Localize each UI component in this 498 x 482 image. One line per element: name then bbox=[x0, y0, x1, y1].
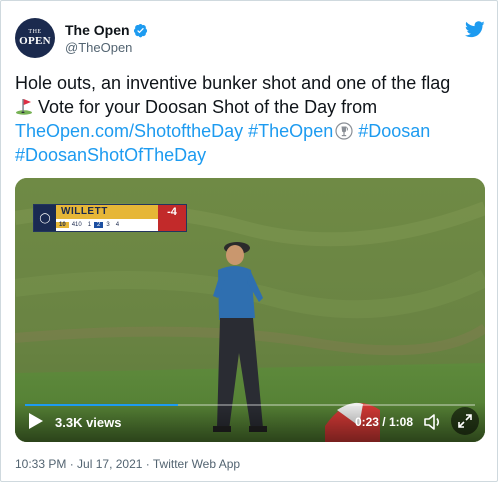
verified-badge-icon bbox=[133, 23, 147, 37]
view-count: 3.3K views bbox=[55, 415, 122, 430]
play-icon[interactable] bbox=[25, 411, 45, 431]
volume-icon[interactable] bbox=[423, 412, 443, 432]
scorebug-hole-number: 10 bbox=[56, 222, 69, 228]
scorebug-claret-jug-icon: ◯ bbox=[34, 205, 56, 231]
tweet-source[interactable]: Twitter Web App bbox=[153, 457, 240, 471]
fullscreen-button[interactable] bbox=[451, 407, 479, 435]
scorebug-cell: 3 bbox=[106, 222, 110, 228]
meta-separator: · bbox=[142, 457, 153, 471]
display-name-row[interactable]: The Open bbox=[65, 21, 148, 39]
account-names: The Open @TheOpen bbox=[65, 21, 148, 57]
meta-separator: · bbox=[66, 457, 78, 471]
scorebug-holes: 10 410 1 2 3 4 bbox=[56, 219, 158, 231]
avatar[interactable]: THE OPEN bbox=[15, 18, 55, 58]
scorebug: ◯ WILLETT 10 410 1 2 3 4 -4 bbox=[33, 204, 187, 232]
scorebug-cell: 4 bbox=[115, 222, 120, 228]
avatar-text-bottom: OPEN bbox=[19, 35, 51, 47]
tweet-text-line-2: Vote for your Doosan Shot of the Day fro… bbox=[33, 97, 378, 117]
scorebug-main: WILLETT 10 410 1 2 3 4 bbox=[56, 205, 158, 231]
scorebug-yards: 410 bbox=[71, 222, 82, 228]
account-handle[interactable]: @TheOpen bbox=[65, 39, 148, 57]
scorebug-cell: 1 bbox=[87, 222, 92, 228]
tweet-time[interactable]: 10:33 PM bbox=[15, 457, 66, 471]
tweet-text: Hole outs, an inventive bunker shot and … bbox=[15, 71, 487, 167]
scorebug-player-name: WILLETT bbox=[56, 205, 158, 219]
tweet-link[interactable]: TheOpen.com/ShotoftheDay bbox=[15, 121, 243, 141]
video-progress-fill bbox=[25, 404, 178, 406]
scorebug-cell-current: 2 bbox=[94, 222, 104, 228]
tweet-date[interactable]: Jul 17, 2021 bbox=[77, 457, 142, 471]
video-progress-bar[interactable] bbox=[25, 404, 475, 406]
claret-jug-emoji bbox=[335, 122, 353, 140]
video-controls: 3.3K views 0:23 / 1:08 bbox=[15, 402, 485, 442]
tweet-text-line-1: Hole outs, an inventive bunker shot and … bbox=[15, 73, 451, 93]
hashtag-doosanshotoftheday[interactable]: #DoosanShotOfTheDay bbox=[15, 145, 206, 165]
twitter-bird-icon[interactable] bbox=[465, 19, 485, 39]
display-name[interactable]: The Open bbox=[65, 21, 130, 39]
golf-flag-emoji bbox=[16, 99, 32, 115]
hashtag-doosan[interactable]: #Doosan bbox=[358, 121, 430, 141]
video-player[interactable]: ◯ WILLETT 10 410 1 2 3 4 -4 3.3K views 0… bbox=[15, 178, 485, 442]
scorebug-score: -4 bbox=[158, 205, 186, 231]
tweet-card[interactable]: THE OPEN The Open @TheOpen Hole outs, an… bbox=[0, 0, 498, 482]
tweet-header: THE OPEN The Open @TheOpen bbox=[15, 15, 485, 63]
hashtag-theopen[interactable]: #TheOpen bbox=[248, 121, 333, 141]
video-time: 0:23 / 1:08 bbox=[354, 415, 413, 429]
fullscreen-icon bbox=[458, 414, 472, 428]
tweet-meta: 10:33 PM · Jul 17, 2021 · Twitter Web Ap… bbox=[15, 456, 240, 472]
